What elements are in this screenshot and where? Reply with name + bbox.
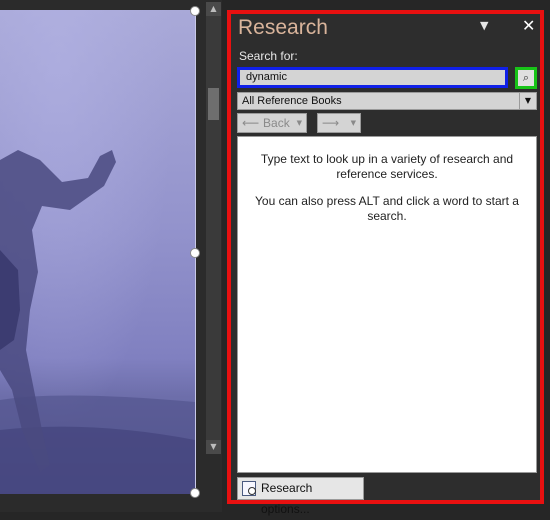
slide-area: ▲ ▼ xyxy=(0,0,222,512)
back-label: Back xyxy=(263,116,290,130)
pane-title: Research xyxy=(238,16,328,39)
reference-source-value: All Reference Books xyxy=(242,95,342,107)
slide-image[interactable] xyxy=(0,10,196,494)
vertical-scrollbar[interactable]: ▲ ▼ xyxy=(206,2,221,454)
search-label: Search for: xyxy=(239,49,298,63)
scroll-down-icon[interactable]: ▼ xyxy=(206,440,221,454)
help-text-alt: You can also press ALT and click a word … xyxy=(255,194,519,223)
chevron-down-icon[interactable]: ▼ xyxy=(519,93,536,109)
forward-arrow-icon: ⟶ xyxy=(322,116,340,130)
search-icon[interactable]: ⌕ xyxy=(515,67,537,89)
chevron-down-icon[interactable]: ▼ xyxy=(297,114,302,132)
results-area: Type text to look up in a variety of res… xyxy=(237,136,537,473)
forward-button[interactable]: ⟶ ▼ xyxy=(317,113,361,133)
chevron-down-icon[interactable]: ▼ xyxy=(480,19,488,32)
help-text: Type text to look up in a variety of res… xyxy=(260,152,514,181)
resize-handle-bottom[interactable] xyxy=(190,488,200,498)
research-pane: Research ▼ ✕ Search for: dynamic ⌕ All R… xyxy=(227,10,544,516)
chevron-down-icon[interactable]: ▼ xyxy=(351,114,356,132)
research-options-icon xyxy=(242,481,256,496)
resize-handle-top[interactable] xyxy=(190,6,200,16)
scroll-up-icon[interactable]: ▲ xyxy=(206,2,221,16)
research-options-label: Research options... xyxy=(261,481,313,516)
resize-handle-middle[interactable] xyxy=(190,248,200,258)
silhouette-image xyxy=(0,150,195,494)
search-input[interactable]: dynamic xyxy=(237,67,508,88)
close-icon[interactable]: ✕ xyxy=(522,16,535,35)
back-arrow-icon: ⟵ xyxy=(242,116,260,130)
scroll-thumb[interactable] xyxy=(208,88,219,120)
back-button[interactable]: ⟵ Back ▼ xyxy=(237,113,307,133)
reference-source-select[interactable]: All Reference Books ▼ xyxy=(237,92,537,110)
research-options-button[interactable]: Research options... xyxy=(237,477,364,516)
